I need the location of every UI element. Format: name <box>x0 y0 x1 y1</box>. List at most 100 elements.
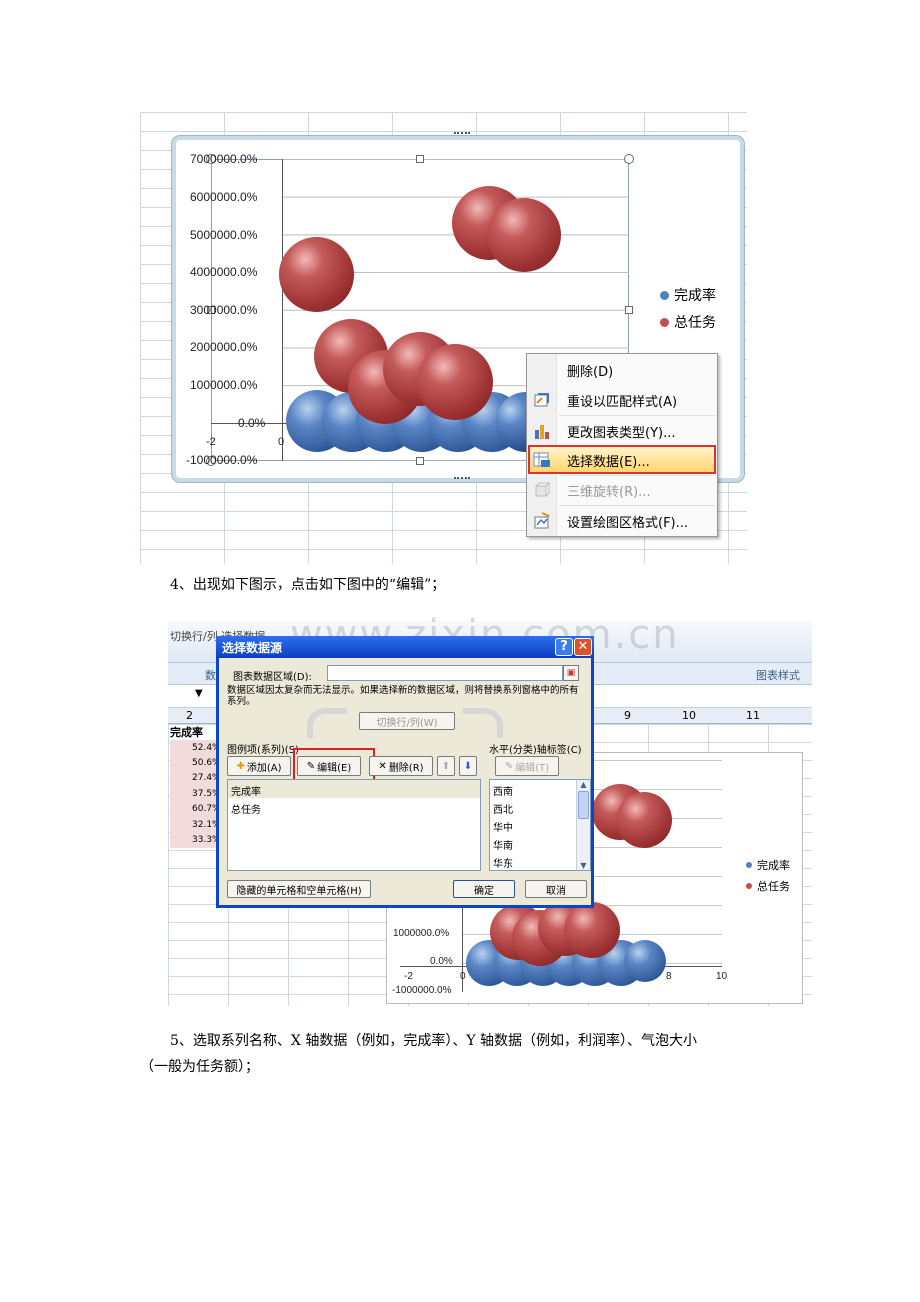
legend-item-completion-rate[interactable]: 完成率 <box>746 857 790 873</box>
add-series-button[interactable]: ✚ 添加(A) <box>227 756 291 776</box>
help-icon[interactable]: ? <box>555 638 573 656</box>
y-tick-label: 3000000.0% <box>190 303 258 317</box>
x-tick-label: 10 <box>716 971 728 982</box>
legend-marker-icon <box>746 862 752 868</box>
menu-item-change-chart-type[interactable]: 更改图表类型(Y)... <box>527 417 717 445</box>
button-label: 删除(R) <box>388 762 424 774</box>
series-list: 完成率 总任务 <box>227 779 481 871</box>
scroll-down-icon[interactable]: ▼ <box>577 861 590 870</box>
legend-item-completion-rate[interactable]: 完成率 <box>660 285 716 305</box>
button-label: 确定 <box>474 885 494 897</box>
y-tick-label: 1000000.0% <box>393 928 450 939</box>
plot-handle[interactable] <box>624 154 634 164</box>
ribbon-group-data-label: 数 <box>205 669 216 682</box>
category-list-item[interactable]: 西南 <box>490 780 590 798</box>
edit-icon: ✎ <box>504 760 514 772</box>
bubble-total-tasks[interactable] <box>279 237 354 312</box>
y-tick-label: -1000000.0% <box>186 453 258 467</box>
y-tick-label: 0.0% <box>430 956 453 967</box>
chart-resize-handle-top[interactable] <box>454 132 470 135</box>
category-list-item[interactable]: 华东 <box>490 852 590 870</box>
select-data-source-dialog: 选择数据源 ? ✕ 图表数据区域(D): ▣ 数据区域因太复杂而无法显示。如果选… <box>216 636 594 908</box>
series-list-item[interactable]: 完成率 <box>228 780 480 798</box>
cell-header[interactable]: 完成率 <box>170 724 203 740</box>
legend-label: 完成率 <box>674 288 716 304</box>
cancel-button[interactable]: 取消 <box>525 880 587 898</box>
category-list-item[interactable]: 华中 <box>490 816 590 834</box>
range-warning-text: 数据区域因太复杂而无法显示。如果选择新的数据区域，则将替换系列窗格中的所有系列。 <box>227 685 579 707</box>
category-list-item[interactable]: 西北 <box>490 798 590 816</box>
context-menu: 删除(D) 重设以匹配样式(A) 更改图表类型(Y)... 选择数据(E)...… <box>526 353 718 537</box>
move-down-icon[interactable]: ⬇ <box>459 756 477 776</box>
plot-handle[interactable] <box>416 457 424 465</box>
x-tick-label: -2 <box>206 436 216 448</box>
legend-item-total-tasks[interactable]: 总任务 <box>660 312 716 332</box>
series-list-item[interactable]: 总任务 <box>228 798 480 816</box>
legend-item-total-tasks[interactable]: 总任务 <box>746 878 790 894</box>
move-up-icon[interactable]: ⬆ <box>437 756 455 776</box>
range-input[interactable] <box>327 665 563 681</box>
column-header[interactable]: 9 <box>624 709 631 722</box>
bubble-total-tasks[interactable] <box>616 792 672 848</box>
menu-item-reset-style[interactable]: 重设以匹配样式(A) <box>527 386 717 414</box>
y-tick-label: 6000000.0% <box>190 190 258 204</box>
scroll-up-icon[interactable]: ▲ <box>577 780 590 789</box>
ok-button[interactable]: 确定 <box>453 880 515 898</box>
menu-item-delete[interactable]: 删除(D) <box>527 356 717 384</box>
legend-label: 总任务 <box>757 880 790 893</box>
delete-series-button[interactable]: ✕ 删除(R) <box>369 756 433 776</box>
category-list-item[interactable]: 华南 <box>490 834 590 852</box>
y-axis-line <box>282 159 283 461</box>
step-5-text-line1: 5、选取系列名称、X 轴数据（例如，完成率）、Y 轴数据（例如，利润率）、气泡大… <box>170 1033 698 1049</box>
scroll-thumb[interactable] <box>578 791 589 819</box>
bubble-completion-rate[interactable] <box>624 940 666 982</box>
legend-label: 总任务 <box>674 315 716 331</box>
collapse-dialog-icon[interactable]: ▣ <box>563 665 579 681</box>
add-icon: ✚ <box>236 760 245 772</box>
chart-resize-handle-bottom[interactable] <box>454 477 470 480</box>
x-tick-label: 0 <box>460 971 466 982</box>
bar-chart-icon <box>533 422 551 440</box>
legend-marker-icon <box>660 290 669 300</box>
switch-row-column-button[interactable]: 切换行/列(W) <box>359 712 455 730</box>
legend-marker-icon <box>660 317 669 327</box>
y-tick-label: 2000000.0% <box>190 340 258 354</box>
menu-item-label: 设置绘图区格式(F)... <box>567 515 689 531</box>
category-axis-label: 水平(分类)轴标签(C) <box>489 745 582 756</box>
category-list-scrollbar[interactable]: ▲ ▼ <box>576 780 590 870</box>
3d-rotation-icon <box>533 481 551 499</box>
hidden-empty-cells-button[interactable]: 隐藏的单元格和空单元格(H) <box>227 880 371 898</box>
bubble-total-tasks[interactable] <box>487 198 561 272</box>
plot-handle[interactable] <box>625 306 633 314</box>
delete-icon: ✕ <box>378 760 387 772</box>
dialog-title: 选择数据源 <box>222 641 283 655</box>
menu-item-format-plot-area[interactable]: 设置绘图区格式(F)... <box>527 507 717 535</box>
category-list: 西南 西北 华中 华南 华东 ▲ ▼ <box>489 779 591 871</box>
plot-handle[interactable] <box>416 155 424 163</box>
edit-axis-labels-button[interactable]: ✎ 编辑(T) <box>495 756 559 776</box>
legend-entries-label: 图例项(系列)(S) <box>227 745 299 756</box>
arrow-right-icon <box>463 708 503 738</box>
menu-item-select-data[interactable]: 选择数据(E)... <box>527 446 717 474</box>
column-header[interactable]: 10 <box>682 709 696 722</box>
name-box-dropdown-icon[interactable]: ▼ <box>195 688 203 699</box>
y-tick-label: 7000000.0% <box>190 152 258 166</box>
button-label: 隐藏的单元格和空单元格(H) <box>236 885 362 897</box>
button-label: 取消 <box>546 885 566 897</box>
y-tick-label: 5000000.0% <box>190 228 258 242</box>
menu-item-label: 选择数据(E)... <box>567 454 650 470</box>
menu-item-label: 删除(D) <box>567 364 614 380</box>
button-label: 切换行/列(W) <box>376 717 438 729</box>
step-4-text: 4、出现如下图示，点击如下图中的“编辑”； <box>170 577 446 593</box>
column-header[interactable]: 2 <box>186 709 193 722</box>
column-header[interactable]: 11 <box>746 709 760 722</box>
x-tick-label: -2 <box>404 971 413 982</box>
menu-separator <box>559 505 715 506</box>
arrow-left-icon <box>307 708 347 738</box>
legend-label: 完成率 <box>757 859 790 872</box>
close-icon[interactable]: ✕ <box>574 638 592 656</box>
menu-item-3d-rotation[interactable]: 三维旋转(R)... <box>527 476 717 504</box>
bubble-total-tasks[interactable] <box>564 902 620 958</box>
bubble-total-tasks[interactable] <box>417 344 493 420</box>
y-tick-label: 0.0% <box>238 416 266 430</box>
